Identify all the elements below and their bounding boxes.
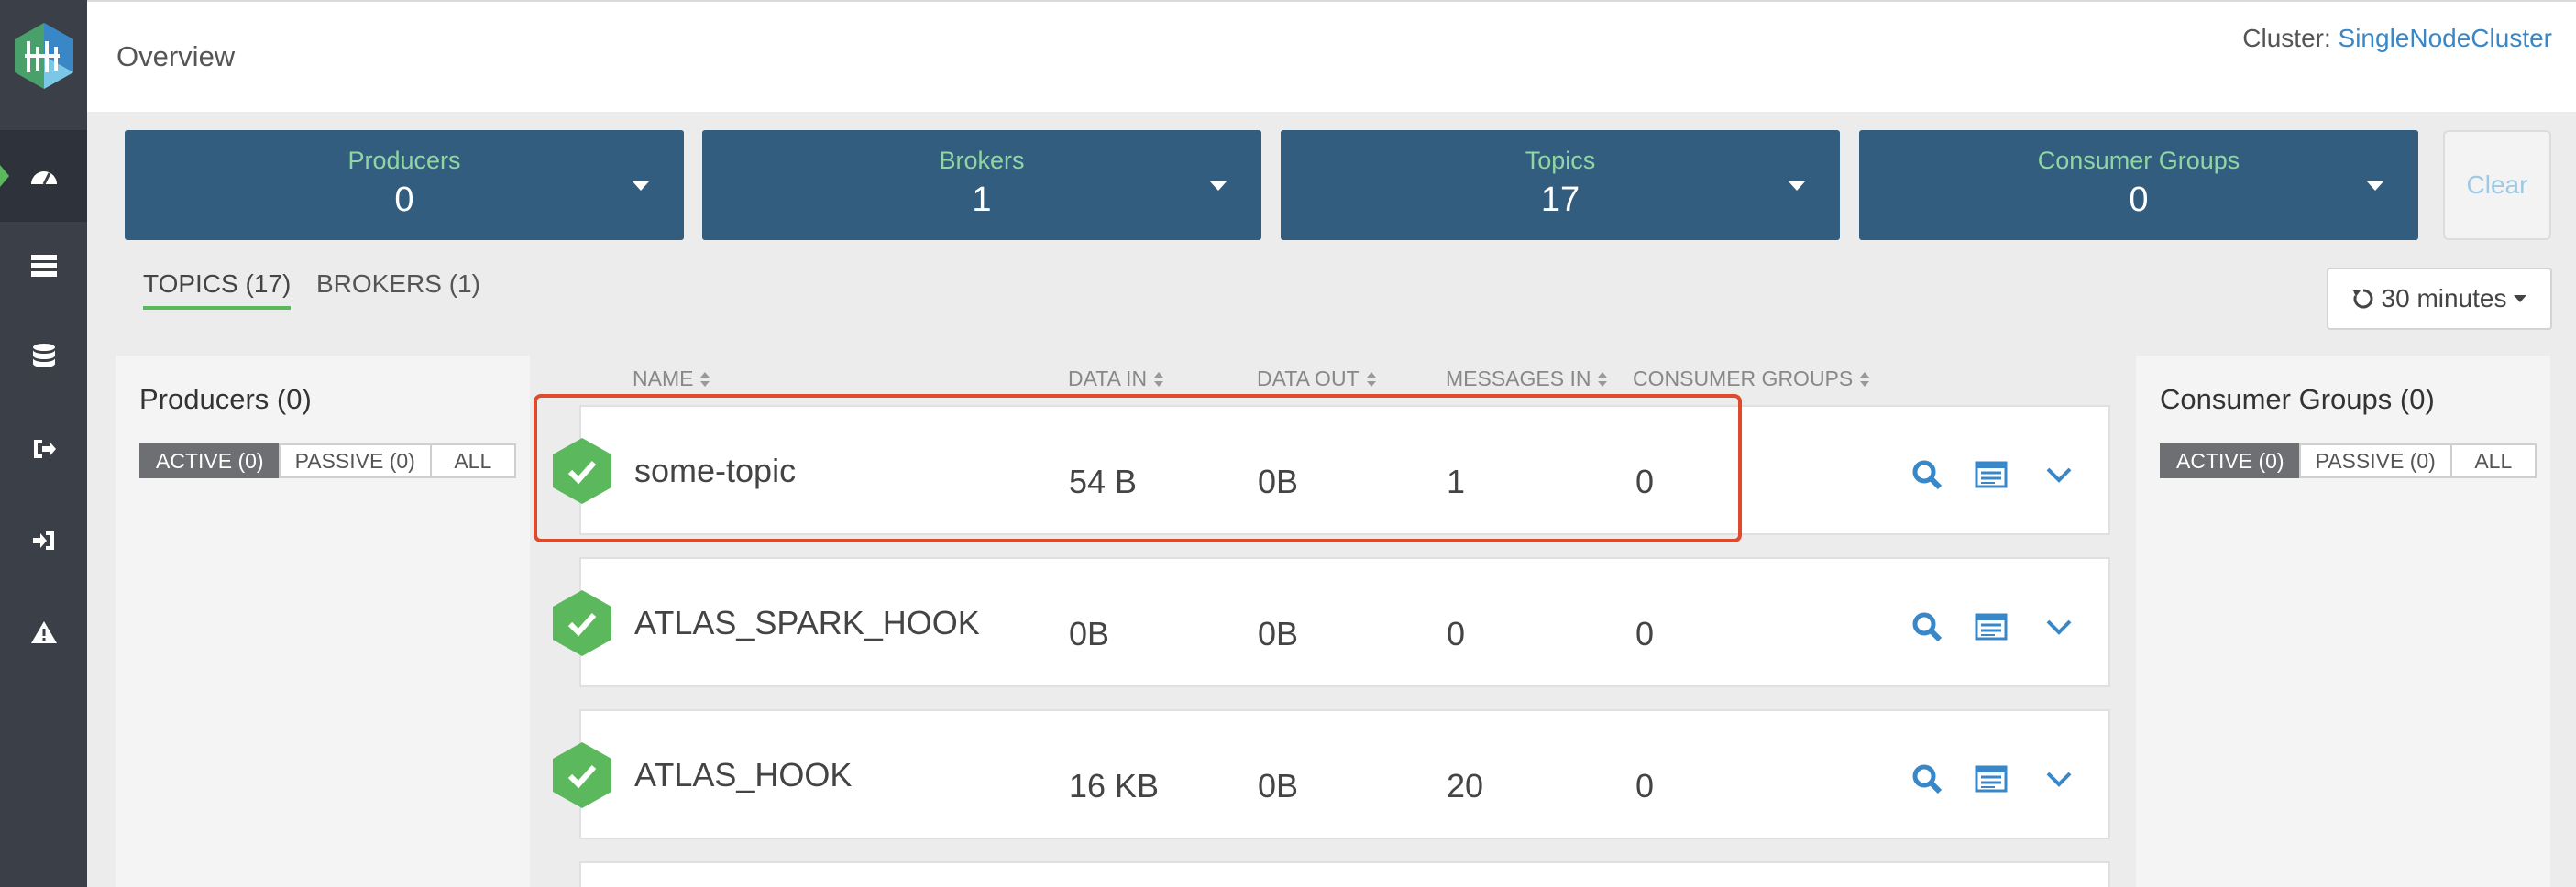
clear-button[interactable]: Clear: [2443, 130, 2551, 240]
sidebar-item-dashboard[interactable]: [0, 130, 87, 222]
card-label: Producers: [347, 147, 461, 174]
sidebar-item-brokers[interactable]: [0, 220, 87, 312]
consumer-groups: 0: [1635, 615, 1655, 652]
column-header-data-in[interactable]: DATA IN: [1068, 367, 1164, 391]
column-label: DATA OUT: [1257, 367, 1360, 390]
column-header-data-out[interactable]: DATA OUT: [1257, 367, 1376, 391]
message-view-icon[interactable]: [1973, 608, 2009, 645]
filter-active[interactable]: ACTIVE (0): [2160, 444, 2301, 478]
producer-filter: ACTIVE (0) PASSIVE (0) ALL: [139, 444, 516, 478]
page-title: Overview: [116, 40, 236, 72]
search-icon[interactable]: [1909, 608, 1945, 645]
producers-panel: Producers (0) ACTIVE (0) PASSIVE (0) ALL: [116, 356, 530, 887]
consumer-groups: 0: [1635, 767, 1655, 805]
brokers-card[interactable]: Brokers 1: [702, 130, 1261, 240]
sort-icon: [700, 371, 710, 388]
topic-name[interactable]: ATLAS_SPARK_HOOK: [634, 605, 980, 641]
chevron-down-icon[interactable]: [2041, 608, 2077, 645]
search-icon[interactable]: [1909, 456, 1945, 493]
messages-in: 20: [1447, 767, 1484, 805]
topics-card[interactable]: Topics 17: [1281, 130, 1840, 240]
table-row[interactable]: [579, 861, 2110, 887]
card-label: Brokers: [939, 147, 1025, 174]
messages-in: 0: [1447, 615, 1466, 652]
sidebar: [0, 0, 87, 887]
server-icon: [30, 255, 57, 277]
column-label: CONSUMER GROUPS: [1633, 367, 1854, 390]
refresh-icon: [2352, 289, 2372, 309]
column-label: NAME: [633, 367, 694, 390]
dashboard-icon: [30, 171, 57, 185]
chevron-down-icon[interactable]: [2041, 761, 2077, 797]
column-label: DATA IN: [1068, 367, 1148, 390]
cluster-name-link[interactable]: SingleNodeCluster: [2339, 24, 2552, 52]
panel-title: Producers (0): [139, 383, 312, 415]
data-out: 0B: [1258, 767, 1299, 805]
filter-all[interactable]: ALL: [2449, 444, 2537, 478]
sort-icon: [1598, 371, 1608, 388]
column-label: MESSAGES IN: [1446, 367, 1591, 390]
card-value: 0: [394, 181, 414, 219]
column-header-consumer-groups[interactable]: CONSUMER GROUPS: [1633, 367, 1870, 391]
cluster-label: Cluster:: [2242, 24, 2339, 52]
chevron-down-icon[interactable]: [2041, 456, 2077, 493]
chevron-down-icon[interactable]: [1210, 181, 1227, 191]
producers-card[interactable]: Producers 0: [125, 130, 684, 240]
filter-active[interactable]: ACTIVE (0): [139, 444, 281, 478]
sidebar-item-consumers[interactable]: [0, 495, 87, 586]
consumer-filter: ACTIVE (0) PASSIVE (0) ALL: [2160, 444, 2537, 478]
sort-icon: [1154, 371, 1164, 388]
tab-brokers[interactable]: BROKERS (1): [316, 269, 480, 299]
table-row[interactable]: ATLAS_SPARK_HOOK 0B 0B 0 0: [553, 557, 2110, 687]
search-icon[interactable]: [1909, 761, 1945, 797]
chevron-down-icon[interactable]: [2367, 181, 2383, 191]
panel-title: Consumer Groups (0): [2160, 383, 2435, 415]
header: Overview Cluster: SingleNodeCluster: [87, 0, 2576, 112]
sidebar-item-alerts[interactable]: [0, 586, 87, 678]
filter-passive[interactable]: PASSIVE (0): [2298, 444, 2452, 478]
data-in: 0B: [1069, 615, 1110, 652]
highlight-box: [534, 394, 1742, 542]
sort-icon: [1860, 371, 1870, 388]
tab-topics[interactable]: TOPICS (17): [143, 269, 292, 310]
card-label: Topics: [1525, 147, 1596, 174]
card-value: 0: [2129, 181, 2149, 219]
message-view-icon[interactable]: [1973, 761, 2009, 797]
warning-icon: [30, 621, 57, 643]
sign-in-icon: [32, 531, 54, 550]
time-range-dropdown[interactable]: 30 minutes: [2327, 268, 2552, 330]
consumer-groups-card[interactable]: Consumer Groups 0: [1859, 130, 2418, 240]
sign-out-icon: [33, 440, 56, 458]
chevron-down-icon[interactable]: [1789, 181, 1805, 191]
topic-name[interactable]: ATLAS_HOOK: [634, 757, 852, 794]
card-value: 1: [972, 181, 992, 219]
card-value: 17: [1540, 181, 1580, 219]
sidebar-item-topics[interactable]: [0, 312, 87, 403]
logo[interactable]: [0, 0, 87, 112]
consumer-groups-panel: Consumer Groups (0) ACTIVE (0) PASSIVE (…: [2136, 356, 2550, 887]
status-ok-icon: [553, 590, 611, 656]
card-label: Consumer Groups: [2037, 147, 2240, 174]
sort-icon: [1366, 371, 1376, 388]
filter-all[interactable]: ALL: [429, 444, 516, 478]
data-out: 0B: [1258, 615, 1299, 652]
column-header-messages-in[interactable]: MESSAGES IN: [1446, 367, 1608, 391]
app-logo-icon: [14, 23, 73, 89]
cluster-info: Cluster: SingleNodeCluster: [2242, 24, 2552, 53]
column-header-name[interactable]: NAME: [633, 367, 710, 391]
message-view-icon[interactable]: [1973, 456, 2009, 493]
caret-down-icon: [2514, 295, 2527, 302]
status-ok-icon: [553, 742, 611, 808]
sidebar-item-producers[interactable]: [0, 403, 87, 495]
data-in: 16 KB: [1069, 767, 1160, 805]
table-row[interactable]: ATLAS_HOOK 16 KB 0B 20 0: [553, 709, 2110, 839]
database-icon: [32, 344, 55, 367]
filter-passive[interactable]: PASSIVE (0): [278, 444, 432, 478]
chevron-down-icon[interactable]: [633, 181, 649, 191]
time-range-label: 30 minutes: [2381, 284, 2507, 312]
